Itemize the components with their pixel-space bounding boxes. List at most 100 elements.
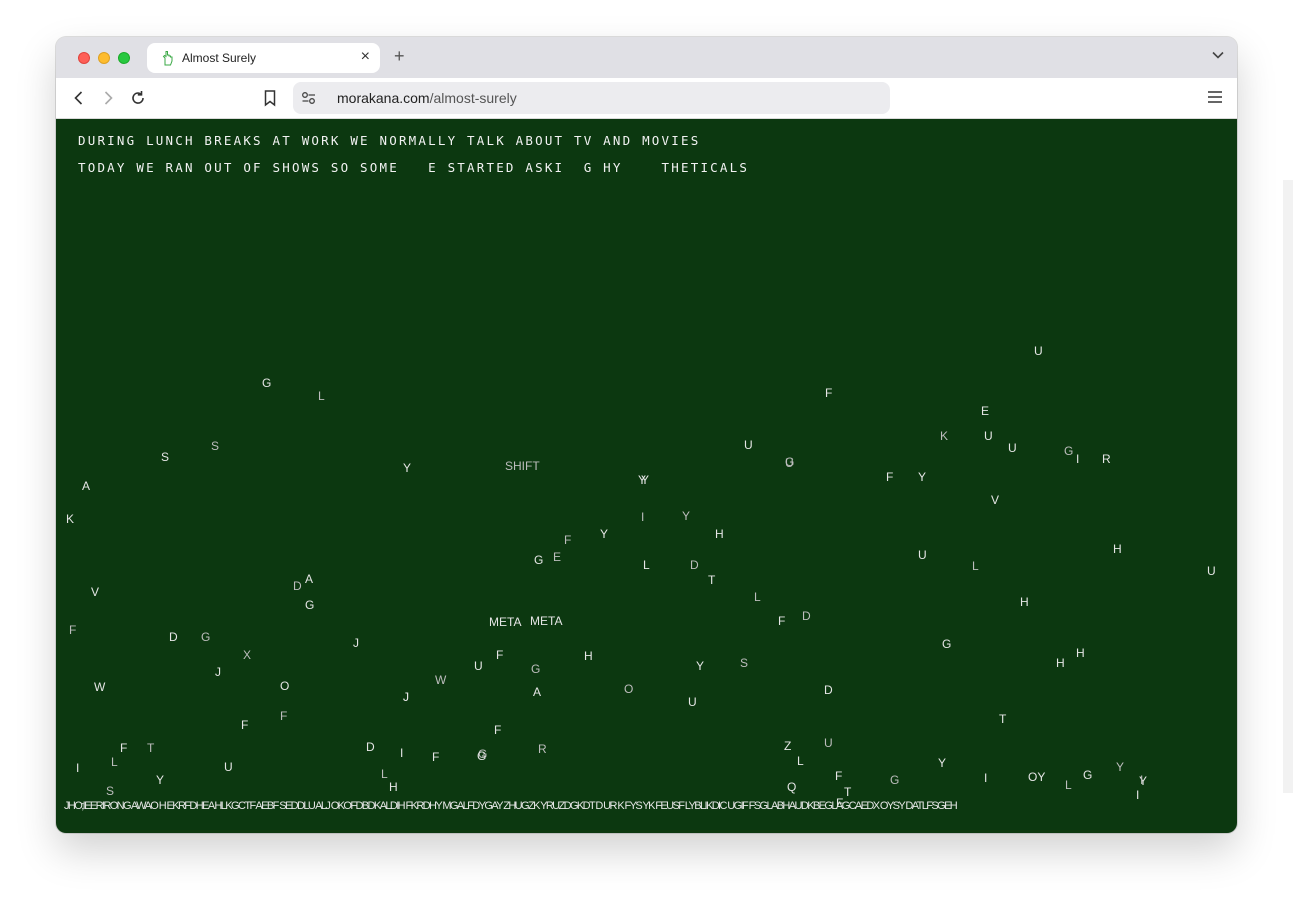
floating-letter: SHIFT — [505, 459, 540, 473]
floating-letter: U — [984, 429, 993, 443]
floating-letter: Q — [787, 780, 796, 794]
floating-letter: F — [494, 723, 501, 737]
floating-letter: Y — [600, 527, 608, 541]
floating-letter: E — [981, 404, 989, 418]
floating-letter: D — [169, 630, 178, 644]
floating-letter: D — [824, 683, 833, 697]
floating-letter: T — [708, 573, 716, 587]
floating-letter: V — [991, 493, 999, 507]
floating-letter: T — [147, 741, 155, 755]
url-text: morakana.com/almost-surely — [337, 90, 517, 106]
tab-bar: Almost Surely × + — [56, 37, 1237, 78]
floating-letter: U — [1008, 441, 1017, 455]
floating-letter: U — [785, 456, 794, 470]
floating-letter: G — [534, 553, 543, 567]
floating-letter: R — [1102, 452, 1111, 466]
floating-letter: J — [215, 665, 221, 679]
floating-letter: Y — [1116, 760, 1124, 774]
floating-letter: W — [435, 673, 447, 687]
floating-letter: F — [496, 648, 503, 662]
reload-icon[interactable] — [129, 89, 147, 107]
floating-letter: I — [1076, 452, 1079, 466]
floating-letter: U — [918, 548, 927, 562]
url-path: /almost-surely — [429, 90, 517, 106]
floating-letter: A — [533, 685, 541, 699]
floating-letter: K — [66, 512, 74, 526]
close-window-button[interactable] — [78, 52, 90, 64]
floating-letter: U — [744, 438, 753, 452]
floating-letter: L — [797, 754, 804, 768]
browser-window: Almost Surely × + morakana.com/almost-su… — [56, 37, 1237, 833]
floating-letter: I — [641, 510, 644, 524]
floating-letter: A — [82, 479, 90, 493]
floating-letter: G — [890, 773, 899, 787]
address-bar[interactable]: morakana.com/almost-surely — [293, 82, 890, 114]
floating-letter: H — [1056, 656, 1065, 670]
floating-letter: D — [802, 609, 811, 623]
floating-letter: Z — [784, 739, 791, 753]
floating-letter: Y — [918, 470, 926, 484]
floating-letter: I — [1140, 773, 1143, 787]
floating-letter: F — [241, 718, 248, 732]
tab-close-icon[interactable]: × — [361, 48, 370, 66]
floating-letter: F — [564, 533, 571, 547]
floating-letter: META — [530, 614, 562, 628]
hand-icon — [162, 51, 173, 66]
hamburger-menu-icon[interactable] — [1207, 90, 1223, 104]
floating-letter: F — [120, 741, 127, 755]
floating-letter: F — [432, 750, 439, 764]
forward-arrow-icon[interactable] — [99, 89, 117, 107]
floating-letter: K — [940, 429, 948, 443]
floating-letter: L — [318, 389, 325, 403]
floating-letter: OY — [1028, 770, 1045, 784]
floating-letter: I — [984, 771, 987, 785]
floating-letter: F — [835, 769, 842, 783]
floating-letter: L — [972, 559, 979, 573]
floating-letter: J — [353, 636, 359, 650]
floating-letter: G — [1064, 444, 1073, 458]
bookmark-icon[interactable] — [262, 89, 278, 107]
floating-letter: H — [584, 649, 593, 663]
floating-letter: S — [106, 784, 114, 798]
floating-letter: H — [389, 780, 398, 794]
floating-letter: A — [305, 572, 313, 586]
piled-letters-row: JHO;IEERIRONG AWAO H EKRFDHEA HLKGCTF AE… — [64, 800, 958, 812]
back-arrow-icon[interactable] — [70, 89, 88, 107]
chevron-down-icon[interactable] — [1211, 48, 1225, 62]
floating-letter: L — [381, 767, 388, 781]
tab-active[interactable]: Almost Surely × — [147, 43, 380, 73]
floating-letter: L — [1065, 778, 1072, 792]
floating-letter: L — [643, 558, 650, 572]
floating-letter: S — [740, 656, 748, 670]
new-tab-button[interactable]: + — [394, 46, 405, 66]
floating-letter: D — [366, 740, 375, 754]
tab-title: Almost Surely — [182, 51, 257, 65]
minimize-window-button[interactable] — [98, 52, 110, 64]
floating-letter: I — [400, 746, 403, 760]
floating-letter: L — [111, 755, 118, 769]
floating-letter: H — [1076, 646, 1085, 660]
floating-letter: U — [688, 695, 697, 709]
floating-letter: G — [201, 630, 210, 644]
floating-letter: U — [1034, 344, 1043, 358]
floating-letter: L — [754, 590, 761, 604]
floating-letter: F — [886, 470, 893, 484]
floating-letter: U — [224, 760, 233, 774]
floating-letter: G — [477, 749, 486, 763]
floating-letter: Y — [403, 461, 411, 475]
floating-letter: F — [778, 614, 785, 628]
floating-letter: V — [91, 585, 99, 599]
site-settings-icon[interactable] — [301, 91, 317, 105]
floating-letter: I — [76, 761, 79, 775]
falling-letters-canvas: GLUEK UU GI RSYSSHIFTUFGF YUA YYVK IY HFYG EHL DT… — [66, 344, 1216, 810]
floating-letter: X — [243, 648, 251, 662]
floating-letter: Y — [696, 659, 704, 673]
floating-letter: U — [474, 659, 483, 673]
floating-letter: Y — [682, 509, 690, 523]
zoom-window-button[interactable] — [118, 52, 130, 64]
floating-letter: Y — [938, 756, 946, 770]
background-strip — [1283, 180, 1293, 793]
floating-letter: G — [531, 662, 540, 676]
floating-letter: T — [999, 712, 1007, 726]
navigation-toolbar: morakana.com/almost-surely — [56, 78, 1237, 119]
